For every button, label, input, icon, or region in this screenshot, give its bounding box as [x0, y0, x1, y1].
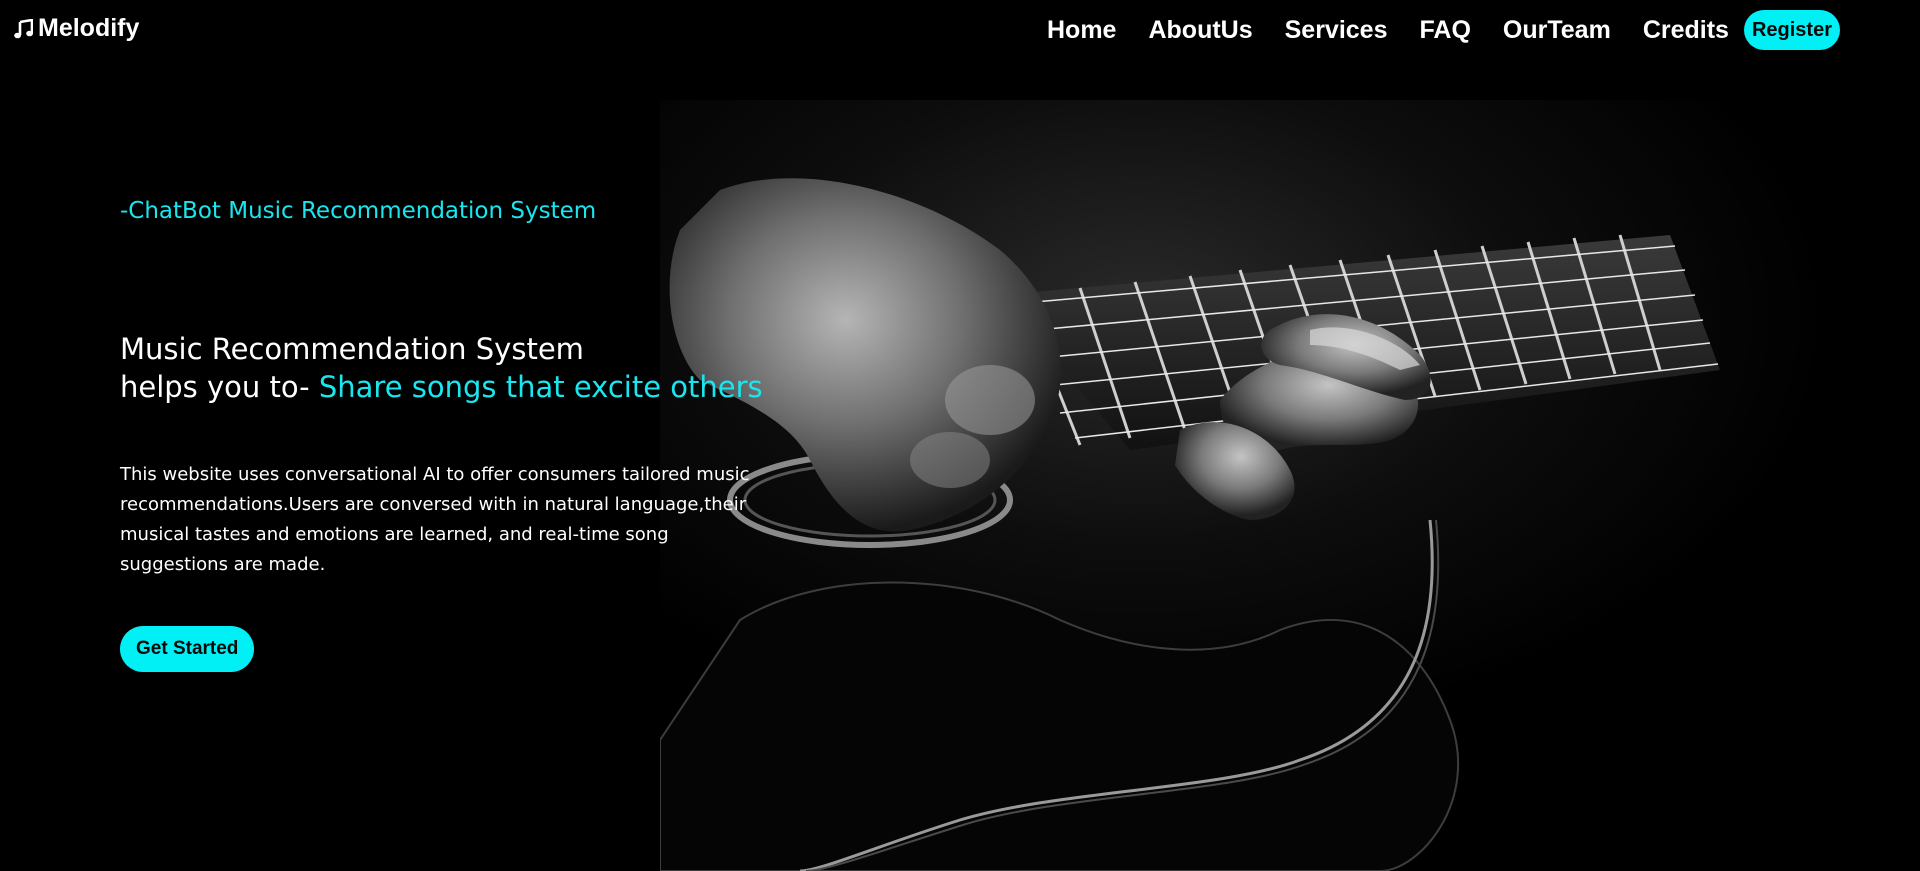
nav-services[interactable]: Services [1285, 16, 1388, 45]
hero-headline: Music Recommendation System helps you to… [120, 330, 780, 406]
brand-name: Melodify [38, 14, 140, 42]
headline-accent: Share songs that excite others [318, 370, 763, 404]
nav-home[interactable]: Home [1047, 16, 1116, 45]
main-nav: Home AboutUs Services FAQ OurTeam Credit… [1047, 10, 1840, 50]
landing-page: Melodify Home AboutUs Services FAQ OurTe… [0, 0, 1920, 871]
headline-prefix: helps you to- [120, 370, 310, 404]
hero-section: -ChatBot Music Recommendation System Mus… [120, 196, 780, 672]
hero-tagline: -ChatBot Music Recommendation System [120, 198, 597, 224]
nav-credits[interactable]: Credits [1643, 16, 1729, 45]
top-navbar: Melodify Home AboutUs Services FAQ OurTe… [0, 0, 1920, 62]
headline-line-1: Music Recommendation System [120, 332, 584, 366]
nav-about-us[interactable]: AboutUs [1148, 16, 1252, 45]
music-note-icon [14, 18, 33, 39]
guitar-player-image [660, 100, 1920, 871]
get-started-button[interactable]: Get Started [120, 626, 255, 672]
register-button[interactable]: Register [1743, 10, 1840, 50]
nav-our-team[interactable]: OurTeam [1503, 16, 1611, 45]
hero-description: This website uses conversational AI to o… [120, 464, 750, 575]
brand-logo[interactable]: Melodify [14, 14, 139, 43]
nav-faq[interactable]: FAQ [1420, 16, 1471, 45]
